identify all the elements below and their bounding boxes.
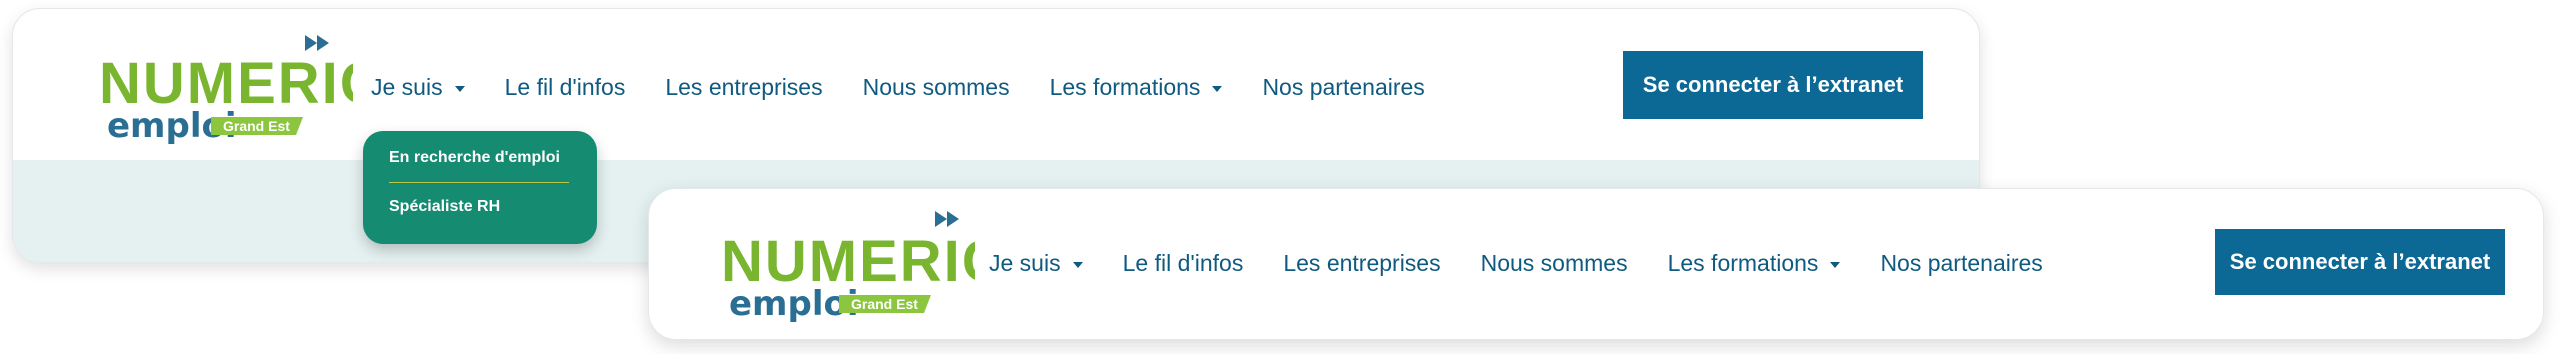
nav-partenaires[interactable]: Nos partenaires	[1880, 250, 2042, 277]
extranet-login-button[interactable]: Se connecter à l’extranet	[1623, 51, 1923, 119]
nav-entreprises[interactable]: Les entreprises	[665, 74, 822, 101]
dropdown-item-specialiste-rh[interactable]: Spécialiste RH	[389, 198, 571, 216]
main-nav: Je suis Le fil d'infos Les entreprises N…	[989, 245, 2043, 281]
nav-fil-infos[interactable]: Le fil d'infos	[1123, 250, 1244, 277]
logo-graphic: NUMERIC emploi Grand Est	[721, 211, 975, 324]
nav-je-suis[interactable]: Je suis	[371, 74, 465, 101]
extranet-login-button[interactable]: Se connecter à l’extranet	[2215, 229, 2505, 295]
nav-formations-label: Les formations	[1049, 73, 1201, 100]
nav-partenaires[interactable]: Nos partenaires	[1262, 74, 1424, 101]
main-nav: Je suis Le fil d'infos Les entreprises N…	[371, 69, 1425, 105]
nav-formations[interactable]: Les formations	[1668, 250, 1841, 277]
nav-entreprises[interactable]: Les entreprises	[1283, 250, 1440, 277]
logo-badge: Grand Est	[211, 117, 303, 135]
caret-down-icon	[1212, 85, 1223, 92]
nav-je-suis[interactable]: Je suis	[989, 250, 1083, 277]
nav-nous-sommes[interactable]: Nous sommes	[863, 74, 1010, 101]
nav-fil-infos[interactable]: Le fil d'infos	[505, 74, 626, 101]
logo-badge-text: Grand Est	[223, 118, 290, 134]
logo-graphic: NUMERIC emploi Grand Est	[99, 35, 353, 146]
site-logo[interactable]: NUMERIC emploi Grand Est	[93, 27, 353, 147]
logo-badge-text: Grand Est	[851, 296, 918, 312]
header-card-bottom: NUMERIC emploi Grand Est Je suis Le fil …	[648, 188, 2544, 340]
je-suis-dropdown: En recherche d'emploi Spécialiste RH	[363, 131, 597, 244]
nav-formations[interactable]: Les formations	[1050, 74, 1223, 101]
site-logo[interactable]: NUMERIC emploi Grand Est	[715, 205, 975, 325]
double-chevron-right-icon	[935, 211, 959, 227]
double-chevron-right-icon	[305, 35, 329, 51]
nav-nous-sommes[interactable]: Nous sommes	[1481, 250, 1628, 277]
logo-badge: Grand Est	[839, 295, 931, 313]
caret-down-icon	[1072, 261, 1083, 268]
nav-formations-label: Les formations	[1667, 249, 1819, 276]
dropdown-divider	[389, 182, 569, 183]
nav-je-suis-label: Je suis	[371, 73, 443, 100]
caret-down-icon	[454, 85, 465, 92]
dropdown-item-recherche-emploi[interactable]: En recherche d'emploi	[389, 149, 571, 167]
nav-je-suis-label: Je suis	[989, 249, 1061, 276]
caret-down-icon	[1830, 261, 1841, 268]
screenshot-stage: NUMERIC emploi Grand Est Je suis Le fil …	[0, 0, 2560, 354]
